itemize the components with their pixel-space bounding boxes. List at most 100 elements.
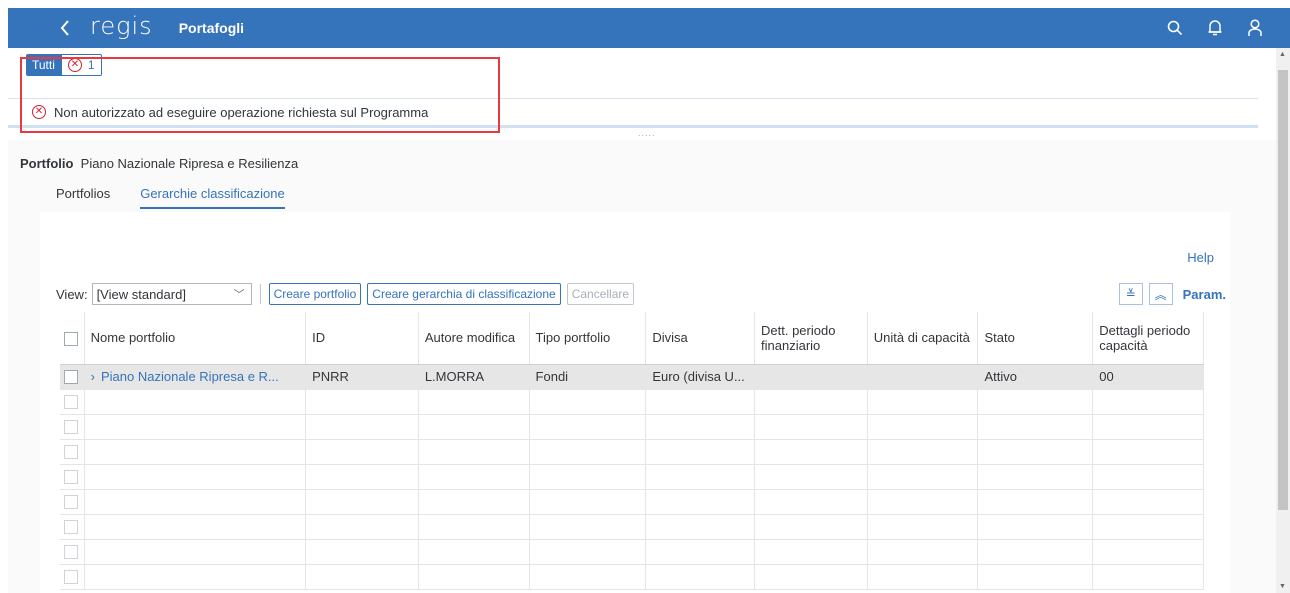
tab-bar: Portfolios Gerarchie classificazione <box>56 180 285 209</box>
message-tab-errors[interactable]: ✕ 1 <box>60 54 102 76</box>
table-row[interactable]: › Piano Nazionale Ripresa e R... PNRR L.M… <box>60 364 1204 390</box>
table-cell: Euro (divisa U... <box>645 364 756 390</box>
empty-cell <box>418 514 530 540</box>
col-header[interactable]: Tipo portfolio <box>529 312 647 365</box>
create-hierarchy-button[interactable]: Creare gerarchia di classificazione <box>367 283 561 305</box>
empty-cell <box>529 564 647 590</box>
delete-button[interactable]: Cancellare <box>566 283 635 305</box>
empty-cell <box>754 489 868 515</box>
empty-cell <box>529 464 647 490</box>
empty-cell <box>867 564 979 590</box>
col-header[interactable]: ID <box>305 312 419 365</box>
scroll-up-icon[interactable]: ▲ <box>1279 51 1286 58</box>
empty-cell <box>754 564 868 590</box>
col-header[interactable]: Dett. periodo finanziario <box>754 312 868 365</box>
empty-table-row <box>60 564 1204 590</box>
user-icon <box>1248 19 1262 36</box>
tab-gerarchie-classificazione[interactable]: Gerarchie classificazione <box>140 180 285 209</box>
empty-cell <box>754 389 868 415</box>
param-link[interactable]: Param. <box>1183 287 1226 302</box>
empty-cell <box>418 489 530 515</box>
empty-cell <box>977 489 1094 515</box>
table-cell <box>867 364 979 390</box>
empty-cell <box>977 439 1094 465</box>
empty-cell <box>529 389 647 415</box>
expand-arrow-icon[interactable]: › <box>91 369 95 384</box>
empty-cell <box>1092 564 1204 590</box>
shell-header: regis Portafogli <box>8 8 1290 48</box>
col-header[interactable]: Autore modifica <box>418 312 530 365</box>
empty-cell <box>645 539 756 565</box>
empty-cell <box>60 564 85 590</box>
empty-cell <box>645 564 756 590</box>
back-button[interactable] <box>46 19 84 37</box>
empty-cell <box>84 489 307 515</box>
empty-cell <box>84 539 307 565</box>
empty-cell <box>1092 464 1204 490</box>
chevron-left-icon <box>60 20 69 36</box>
row-checkbox[interactable] <box>64 570 78 585</box>
row-checkbox[interactable] <box>64 395 78 410</box>
empty-cell <box>754 514 868 540</box>
empty-cell <box>60 464 85 490</box>
notifications-button[interactable] <box>1204 17 1226 39</box>
page-scrollbar[interactable]: ▲ ▼ <box>1276 48 1290 593</box>
empty-rows <box>60 389 1204 590</box>
col-header[interactable]: Divisa <box>645 312 756 365</box>
empty-cell <box>305 464 419 490</box>
row-checkbox[interactable] <box>64 545 78 560</box>
user-button[interactable] <box>1244 17 1266 39</box>
tab-portfolios[interactable]: Portfolios <box>56 180 110 209</box>
portfolio-link[interactable]: Piano Nazionale Ripresa e R... <box>101 369 279 384</box>
double-chevron-down-icon: ≚ <box>1125 287 1136 301</box>
error-count: 1 <box>87 58 95 72</box>
col-header[interactable]: Nome portfolio <box>84 312 307 365</box>
resize-grip[interactable]: ..... <box>638 128 656 138</box>
empty-cell <box>645 414 756 440</box>
table-toolbar: View: [View standard] ﹀ Creare portfolio… <box>56 282 1226 306</box>
double-chevron-up-icon: ︽ <box>1154 287 1167 302</box>
search-button[interactable] <box>1164 17 1186 39</box>
col-header[interactable]: Stato <box>977 312 1094 365</box>
row-checkbox[interactable] <box>64 495 78 510</box>
row-checkbox[interactable] <box>64 470 78 485</box>
scroll-down-icon[interactable]: ▼ <box>1279 583 1286 590</box>
empty-cell <box>529 539 647 565</box>
create-portfolio-button[interactable]: Creare portfolio <box>268 283 362 305</box>
row-checkbox[interactable] <box>64 420 78 435</box>
empty-table-row <box>60 389 1204 415</box>
error-message: ✕ Non autorizzato ad eseguire operazione… <box>8 98 1258 128</box>
empty-cell <box>754 464 868 490</box>
empty-cell <box>305 414 419 440</box>
empty-cell <box>60 489 85 515</box>
table-cell: L.MORRA <box>418 364 530 390</box>
empty-cell <box>754 414 868 440</box>
collapse-all-button[interactable]: ︽ <box>1148 283 1173 305</box>
empty-cell <box>529 439 647 465</box>
select-all-checkbox[interactable] <box>64 331 78 346</box>
table-cell[interactable]: › Piano Nazionale Ripresa e R... <box>84 364 307 390</box>
empty-cell <box>1092 539 1204 565</box>
empty-cell <box>305 514 419 540</box>
empty-cell <box>977 389 1094 415</box>
portfolio-label: Portfolio <box>20 156 74 171</box>
empty-cell <box>529 514 647 540</box>
empty-cell <box>645 514 756 540</box>
regis-logo: regis <box>90 12 153 40</box>
message-tab-all[interactable]: Tutti <box>26 54 61 76</box>
empty-cell <box>60 514 85 540</box>
col-header[interactable]: Dettagli periodo capacità <box>1092 312 1204 365</box>
empty-cell <box>84 439 307 465</box>
row-checkbox[interactable] <box>64 520 78 535</box>
view-select[interactable]: [View standard] ﹀ <box>91 283 252 305</box>
help-link[interactable]: Help <box>1187 250 1214 265</box>
empty-cell <box>645 439 756 465</box>
expand-all-button[interactable]: ≚ <box>1118 283 1143 305</box>
scrollbar-thumb[interactable] <box>1278 70 1288 510</box>
col-header[interactable]: Unità di capacità <box>867 312 979 365</box>
empty-cell <box>1092 514 1204 540</box>
empty-cell <box>645 464 756 490</box>
row-checkbox[interactable] <box>64 445 78 460</box>
empty-cell <box>60 439 85 465</box>
row-checkbox[interactable] <box>64 370 78 385</box>
